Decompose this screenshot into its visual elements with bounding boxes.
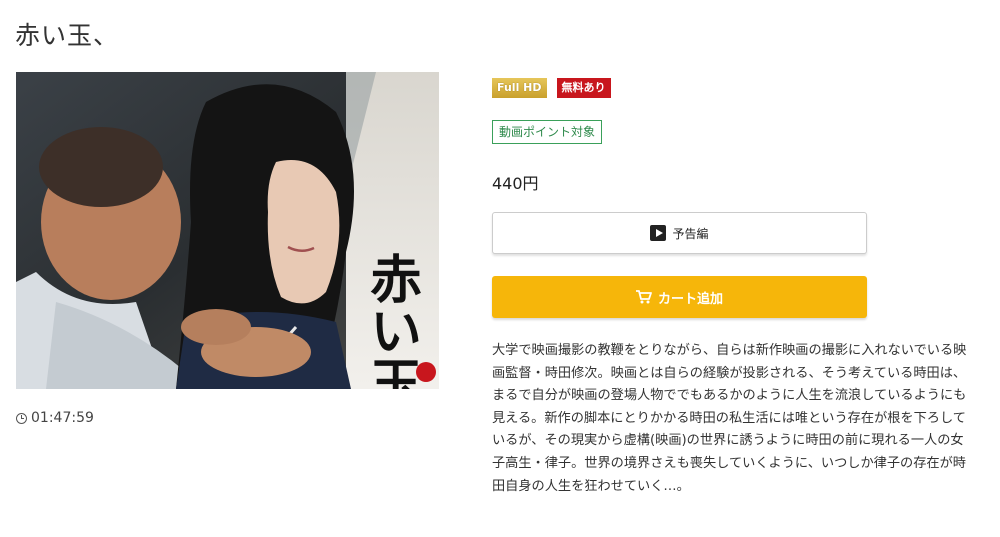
trailer-button-label: 予告編 (672, 226, 709, 241)
cart-icon (635, 290, 652, 304)
duration-value: 01:47:59 (31, 410, 94, 426)
cart-button-label: カート追加 (657, 291, 723, 307)
duration: 01:47:59 (16, 410, 94, 426)
thumbnail-image: 赤い玉 (16, 72, 439, 389)
page-title: 赤い玉、 (15, 21, 120, 50)
price: 440円 (492, 174, 539, 193)
movie-description: 大学で映画撮影の教鞭をとりながら、自らは新作映画の撮影に入れないでいる映画監督・… (492, 343, 967, 494)
add-to-cart-button[interactable]: カート追加 (492, 276, 867, 318)
thumbnail-title-overlay: 赤い玉 (361, 252, 422, 389)
trailer-button[interactable]: 予告編 (492, 212, 867, 254)
point-eligible-badge: 動画ポイント対象 (492, 120, 603, 144)
play-icon (650, 225, 667, 241)
full-hd-badge: Full HD (492, 78, 547, 98)
clock-icon (16, 412, 27, 424)
movie-thumbnail[interactable]: 赤い玉 (16, 72, 439, 389)
badge-row: Full HD 無料あり (492, 78, 611, 98)
free-badge: 無料あり (556, 78, 611, 98)
